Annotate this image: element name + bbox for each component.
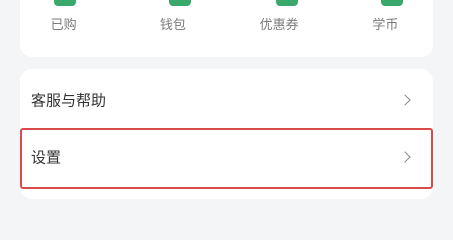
chevron-right-icon [399, 93, 411, 106]
quick-actions-grid: 已购 钱包 优惠券 学币 [20, 0, 433, 57]
quick-action-coupons[interactable]: 优惠券 [227, 0, 330, 57]
menu-item-label: 客服与帮助 [31, 91, 107, 109]
quick-action-coins[interactable]: 学币 [330, 0, 433, 57]
coin-icon [381, 0, 404, 6]
selection-highlight [20, 128, 433, 189]
quick-action-label: 学币 [372, 18, 399, 33]
wallet-icon [168, 0, 191, 6]
menu-card: 客服与帮助 设置 [20, 69, 433, 199]
coupon-icon [276, 0, 299, 6]
chevron-right-icon [399, 150, 411, 163]
menu-item-settings[interactable]: 设置 [20, 128, 433, 189]
quick-action-label: 优惠券 [259, 18, 299, 33]
menu-item-label: 设置 [31, 148, 62, 166]
purchased-icon [53, 0, 76, 6]
quick-action-wallet[interactable]: 钱包 [123, 0, 226, 57]
quick-action-label: 钱包 [159, 18, 186, 33]
quick-action-purchased[interactable]: 已购 [20, 0, 123, 57]
menu-item-customer-service[interactable]: 客服与帮助 [20, 71, 433, 128]
quick-actions-card: 已购 钱包 优惠券 学币 [20, 0, 433, 57]
quick-action-label: 已购 [50, 18, 77, 33]
